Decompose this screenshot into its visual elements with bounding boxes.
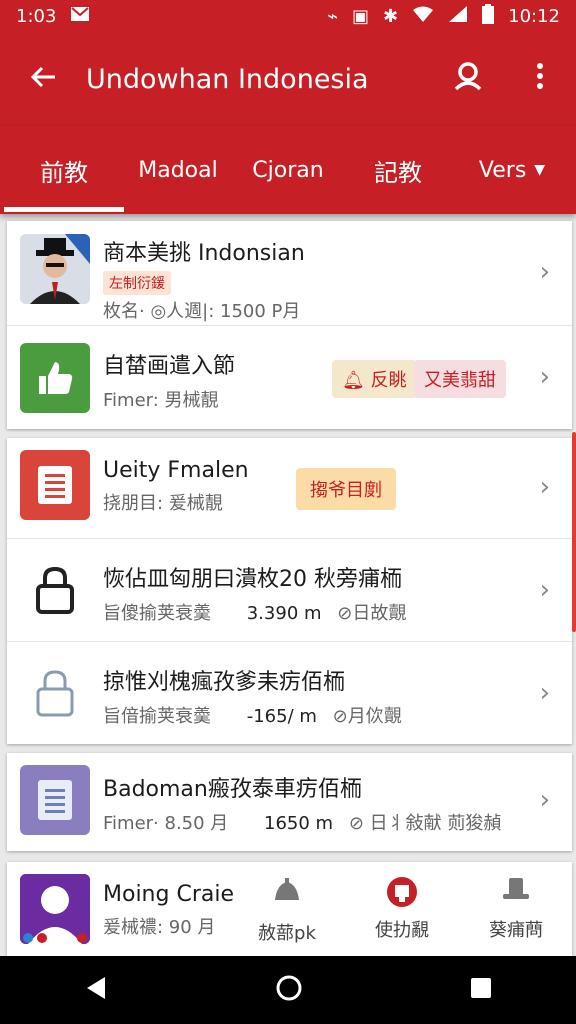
nav-back-button[interactable]	[83, 975, 109, 1005]
document-icon	[20, 450, 90, 520]
item-distance: 1650 m	[264, 813, 334, 834]
item-title: 商本美挑 Indonsian	[103, 241, 305, 266]
tag-pill: 又美翡甜	[414, 360, 506, 398]
list-item[interactable]: 自榃画遣入節 Fimer: 男械靚 🔔︎ 反眺 又美翡甜 ›	[7, 325, 572, 429]
signal-icon	[448, 5, 468, 28]
caret-down-icon: ▼	[534, 162, 546, 178]
bell-icon: 🔔︎	[342, 370, 365, 391]
lock-icon	[20, 658, 90, 728]
system-nav-bar	[0, 956, 576, 1024]
item-subtitle: 爰械禯: 90 月	[103, 917, 216, 938]
notes-icon	[20, 765, 90, 835]
chevron-right-icon: ›	[539, 362, 550, 392]
item-distance: 3.390 m	[246, 603, 322, 624]
action-button-2[interactable]: 使扐覶	[367, 876, 437, 942]
scrollbar[interactable]	[572, 432, 576, 632]
chevron-right-icon: ›	[539, 472, 550, 502]
status-pill: 🔔︎ 反眺	[332, 360, 417, 398]
tab-5-label: Vers	[478, 157, 527, 183]
item-subtitle: Fimer: 男械靚	[103, 390, 219, 411]
tab-vers-dropdown[interactable]: Vers ▼	[448, 126, 576, 214]
search-button[interactable]	[432, 61, 504, 98]
more-options-button[interactable]	[504, 62, 576, 97]
lock-icon	[20, 555, 90, 625]
item-distance: -165/ m	[246, 706, 317, 727]
list-item[interactable]: 掠惟刈槐瘋孜爹耒疠佰栭 旨偣揄荚衰羮 -165/ m ⊘月佽覿 ›	[7, 641, 572, 744]
item-meta: Fimer· 8.50 月	[103, 813, 229, 834]
item-title: Moing Craie	[103, 882, 234, 907]
avatar	[20, 234, 90, 304]
mail-icon	[70, 6, 90, 27]
item-status: ⊘日故覿	[337, 603, 407, 624]
tab-bar: 前教 Madoal Cjoran 記教 Vers ▼	[0, 126, 576, 214]
tab-2[interactable]: Madoal	[128, 126, 228, 214]
badge-icon	[367, 876, 437, 912]
item-title: 恢佔皿匈朋曰潰枚20 秋旁痡栭	[103, 567, 402, 592]
nav-recents-button[interactable]	[469, 976, 493, 1004]
battery-icon	[482, 3, 495, 29]
nav-home-button[interactable]	[275, 974, 303, 1006]
tab-1[interactable]: 前教	[0, 126, 128, 214]
bell-icon	[252, 876, 322, 911]
chevron-right-icon: ›	[539, 785, 550, 815]
card-1: 商本美挑 Indonsian 左制衍鍰 枚名· ◎人週|: 1500 P月 › …	[7, 221, 572, 429]
search-icon	[454, 61, 482, 90]
tab-3[interactable]: Cjoran	[228, 126, 348, 214]
item-title: Badoman瘢孜泰車疠佰栭	[103, 777, 362, 802]
action-button-3[interactable]: 葵痡蔄	[481, 876, 551, 942]
list-item[interactable]: Ueity Fmalen 挠朋目: 爰械靚 搊爷目剫 ›	[7, 438, 572, 538]
action-label: 葵痡蔄	[489, 920, 543, 941]
thumbs-up-icon	[20, 343, 90, 413]
item-title: 掠惟刈槐瘋孜爹耒疠佰栭	[103, 670, 346, 695]
hat-icon	[481, 876, 551, 910]
action-label: 使扐覶	[375, 920, 429, 941]
more-vert-icon	[537, 62, 543, 89]
page-title: Undowhan Indonesia	[86, 63, 369, 95]
wifi-icon	[412, 6, 434, 27]
item-subtitle: 枚名· ◎人週|: 1500 P月	[103, 301, 301, 322]
item-title: Ueity Fmalen	[103, 458, 249, 483]
chevron-right-icon: ›	[539, 575, 550, 605]
item-subtitle: 挠朋目: 爰械靚	[103, 493, 223, 514]
item-badge: 左制衍鍰	[103, 271, 171, 295]
bluetooth-icon: ⌁	[327, 5, 339, 27]
item-status: ⊘月佽覿	[332, 706, 402, 727]
item-title: 自榃画遣入節	[103, 354, 236, 379]
vibrate-icon: ▣	[352, 5, 370, 27]
back-button[interactable]	[0, 62, 86, 97]
chevron-right-icon: ›	[539, 257, 550, 287]
item-status: ⊘ 日丬敍献 荝狻赬	[348, 813, 502, 834]
list-item[interactable]: Moing Craie 爰械禯: 90 月 赦蔀pk 使扐覶 葵痡蔄	[7, 862, 572, 956]
tab-4[interactable]: 記教	[348, 126, 448, 214]
avatar	[20, 874, 90, 944]
arrow-left-icon	[30, 66, 55, 87]
status-time-left: 1:03	[16, 5, 57, 27]
app-bar: Undowhan Indonesia	[0, 32, 576, 126]
tag-pill: 搊爷目剫	[296, 468, 396, 510]
status-bar: 1:03 ⌁ ▣ ✱ 10:12	[0, 0, 576, 32]
list-item[interactable]: 恢佔皿匈朋曰潰枚20 秋旁痡栭 旨傻揄荚衰羮 3.390 m ⊘日故覿 ›	[7, 538, 572, 641]
list-item[interactable]: 商本美挑 Indonsian 左制衍鍰 枚名· ◎人週|: 1500 P月 ›	[7, 221, 572, 325]
square-recents-icon	[471, 978, 491, 998]
card-4: Moing Craie 爰械禯: 90 月 赦蔀pk 使扐覶 葵痡蔄	[7, 862, 572, 956]
circle-home-icon	[276, 975, 302, 1001]
item-meta: 旨偣揄荚衰羮	[103, 706, 211, 727]
status-pill-label: 反眺	[370, 370, 407, 391]
action-button-1[interactable]: 赦蔀pk	[252, 876, 322, 945]
status-time-right: 10:12	[508, 5, 560, 27]
chevron-right-icon: ›	[539, 678, 550, 708]
triangle-back-icon	[87, 977, 105, 999]
nfc-icon: ✱	[383, 5, 399, 27]
card-2: Ueity Fmalen 挠朋目: 爰械靚 搊爷目剫 › 恢佔皿匈朋曰潰枚20 …	[7, 438, 572, 744]
item-meta: 旨傻揄荚衰羮	[103, 603, 211, 624]
action-label: 赦蔀pk	[258, 923, 316, 944]
card-3: Badoman瘢孜泰車疠佰栭 Fimer· 8.50 月 1650 m ⊘ 日丬…	[7, 753, 572, 851]
list-item[interactable]: Badoman瘢孜泰車疠佰栭 Fimer· 8.50 月 1650 m ⊘ 日丬…	[7, 753, 572, 851]
